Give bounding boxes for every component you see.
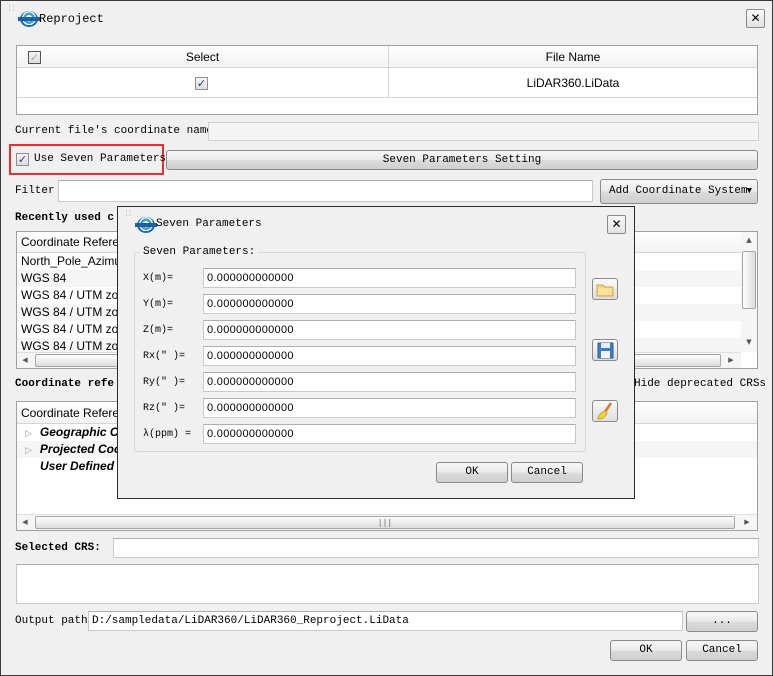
ok-button[interactable]: OK xyxy=(610,640,682,661)
scroll-thumb[interactable] xyxy=(742,251,756,309)
scroll-up-icon[interactable]: ▲ xyxy=(741,236,757,244)
column-header-file-name[interactable]: File Name xyxy=(389,50,757,64)
dialog-close-button[interactable]: ✕ xyxy=(607,215,626,234)
file-table-header: ✓ Select File Name xyxy=(17,46,757,68)
seven-params-setting-button[interactable]: Seven Parameters Setting xyxy=(166,150,758,170)
save-disk-icon xyxy=(597,342,614,359)
dialog-ok-button[interactable]: OK xyxy=(436,462,508,483)
crs-horizontal-scrollbar[interactable]: ◀ ||| ▶ xyxy=(17,514,757,530)
hide-deprecated-label[interactable]: Hide deprecated CRSs xyxy=(634,378,766,390)
filter-input[interactable] xyxy=(58,180,593,202)
expand-arrow-icon[interactable]: ▷ xyxy=(25,445,32,455)
seven-parameters-dialog: ⁞⁞ Seven Parameters ✕ Seven Parameters: … xyxy=(117,206,635,499)
lidar360-logo-icon xyxy=(18,11,40,27)
close-icon: ✕ xyxy=(611,217,622,231)
scroll-left-icon[interactable]: ◀ xyxy=(19,518,31,526)
use-seven-params-label[interactable]: Use Seven Parameters xyxy=(34,153,166,165)
open-folder-icon xyxy=(596,284,614,297)
crs-section-title: Coordinate refe xyxy=(15,378,115,390)
output-path-label: Output path: xyxy=(15,615,95,627)
table-row[interactable]: ✓ LiDAR360.LiData xyxy=(17,68,757,98)
save-button[interactable] xyxy=(592,339,618,361)
crs-description-area[interactable] xyxy=(16,564,759,604)
add-coordinate-system-label: Add Coordinate System xyxy=(609,185,748,197)
scroll-thumb[interactable]: ||| xyxy=(35,516,735,529)
selected-crs-label: Selected CRS: xyxy=(15,542,101,554)
clear-button[interactable] xyxy=(592,400,618,422)
param-label-x: X(m)= xyxy=(143,273,174,284)
param-label-scale: λ(ppm) = xyxy=(143,429,192,440)
filter-label: Filter xyxy=(15,185,55,197)
use-seven-params-checkbox[interactable]: ✓ xyxy=(16,153,29,166)
param-input-rx[interactable]: 0.000000000000 xyxy=(203,346,576,366)
selected-crs-field[interactable] xyxy=(113,538,759,558)
row-select-checkbox[interactable]: ✓ xyxy=(195,77,208,90)
clear-brush-icon xyxy=(597,402,613,420)
dropdown-arrow-icon: ▼ xyxy=(746,186,752,196)
dialog-title: Seven Parameters xyxy=(156,218,262,230)
scroll-left-icon[interactable]: ◀ xyxy=(19,356,31,364)
expand-arrow-icon[interactable]: ▷ xyxy=(25,428,32,438)
close-icon: ✕ xyxy=(750,11,761,25)
scroll-down-icon[interactable]: ▼ xyxy=(741,338,757,346)
drag-grip[interactable]: ⁞⁞ xyxy=(124,210,133,218)
add-coordinate-system-button[interactable]: Add Coordinate System ▼ xyxy=(600,179,758,204)
lidar360-logo-icon xyxy=(135,217,157,233)
param-input-ry[interactable]: 0.000000000000 xyxy=(203,372,576,392)
open-button[interactable] xyxy=(592,278,618,300)
param-input-scale[interactable]: 0.000000000000 xyxy=(203,424,576,444)
param-input-rz[interactable]: 0.000000000000 xyxy=(203,398,576,418)
param-input-z[interactable]: 0.000000000000 xyxy=(203,320,576,340)
current-coord-label: Current file's coordinate name: xyxy=(15,125,220,137)
file-name-cell: LiDAR360.LiData xyxy=(526,76,620,90)
scroll-right-icon[interactable]: ▶ xyxy=(725,356,737,364)
param-label-rx: Rx(" )= xyxy=(143,351,186,362)
recent-vertical-scrollbar[interactable]: ▲ ▼ xyxy=(741,232,757,352)
output-path-input[interactable]: D:/sampledata/LiDAR360/LiDAR360_Reprojec… xyxy=(88,611,683,631)
recently-used-title: Recently used c xyxy=(15,212,115,224)
seven-params-group: Seven Parameters: X(m)= 0.000000000000 Y… xyxy=(134,246,586,452)
param-label-z: Z(m)= xyxy=(143,325,174,336)
param-label-y: Y(m)= xyxy=(143,299,174,310)
column-header-select[interactable]: Select xyxy=(17,50,388,64)
file-table: ✓ Select File Name ✓ LiDAR360.LiData xyxy=(16,45,758,115)
cancel-button[interactable]: Cancel xyxy=(686,640,758,661)
drag-grip[interactable]: ⁞⁞ xyxy=(7,5,16,13)
param-input-x[interactable]: 0.000000000000 xyxy=(203,268,576,288)
group-title: Seven Parameters: xyxy=(140,246,259,258)
close-button[interactable]: ✕ xyxy=(746,9,765,28)
window-title: Reproject xyxy=(39,12,104,26)
param-input-y[interactable]: 0.000000000000 xyxy=(203,294,576,314)
param-label-ry: Ry(" )= xyxy=(143,377,186,388)
param-label-rz: Rz(" )= xyxy=(143,403,186,414)
scroll-right-icon[interactable]: ▶ xyxy=(741,518,753,526)
current-coord-field xyxy=(208,122,759,141)
dialog-cancel-button[interactable]: Cancel xyxy=(511,462,583,483)
browse-button[interactable]: ... xyxy=(686,611,758,632)
